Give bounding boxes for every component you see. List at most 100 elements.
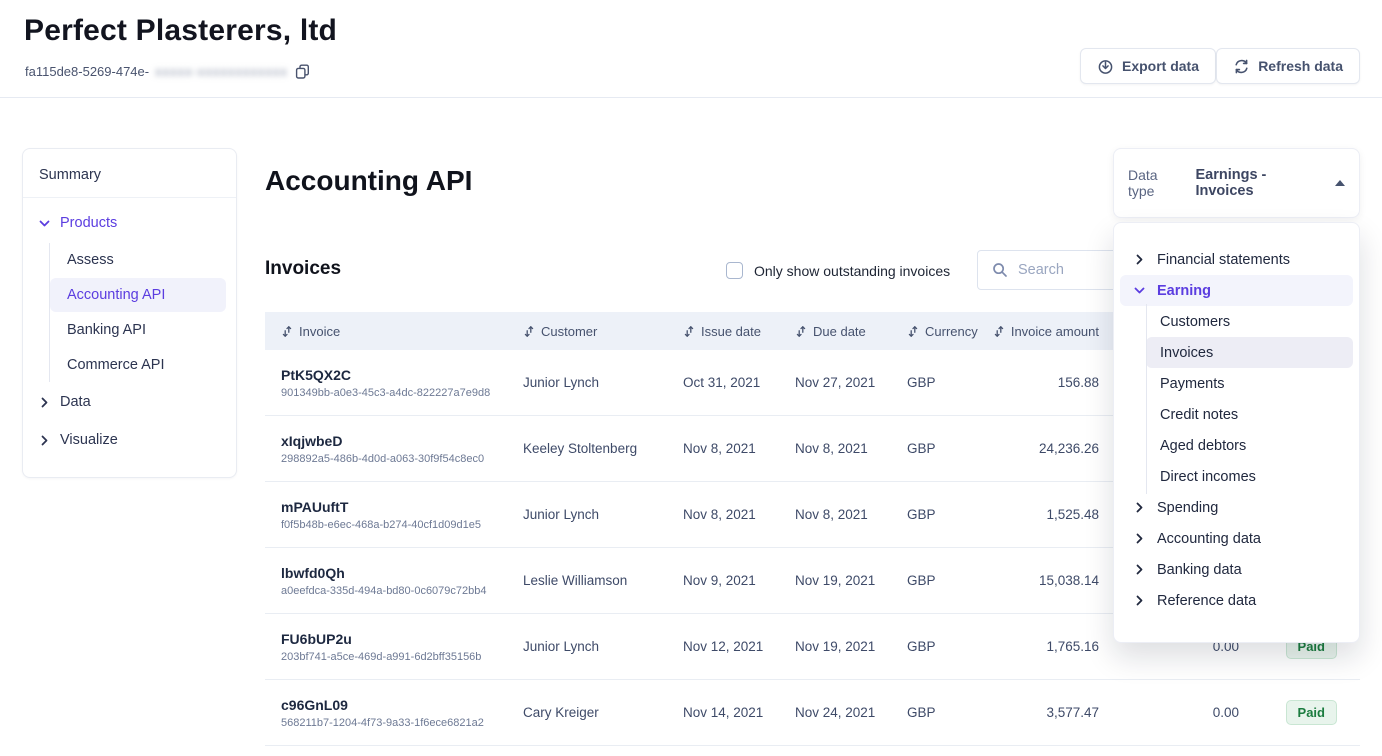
customer-cell: Junior Lynch bbox=[523, 639, 599, 654]
chevron-right-icon bbox=[1134, 502, 1145, 513]
main-title: Accounting API bbox=[265, 165, 472, 197]
table-row[interactable]: c96GnL09568211b7-1204-4f73-9a33-1f6ece68… bbox=[265, 680, 1360, 746]
data-type-item-label: Direct incomes bbox=[1160, 469, 1256, 485]
data-type-item-payments[interactable]: Payments bbox=[1146, 368, 1353, 399]
due-date-cell: Nov 27, 2021 bbox=[795, 375, 875, 390]
issue-date-cell: Nov 12, 2021 bbox=[683, 639, 763, 654]
column-header-label: Invoice bbox=[299, 324, 340, 339]
sidebar-group-products[interactable]: Products bbox=[23, 204, 236, 242]
invoice-amount-cell: 3,577.47 bbox=[1046, 705, 1099, 720]
data-type-item-spending[interactable]: Spending bbox=[1120, 492, 1353, 523]
column-header-due-date[interactable]: Due date bbox=[779, 324, 891, 339]
chevron-down-icon bbox=[1134, 285, 1145, 296]
data-type-item-aged-debtors[interactable]: Aged debtors bbox=[1146, 430, 1353, 461]
sidebar-item-assess[interactable]: Assess bbox=[50, 243, 226, 277]
data-type-item-earning[interactable]: Earning bbox=[1120, 275, 1353, 306]
data-type-item-invoices[interactable]: Invoices bbox=[1146, 337, 1353, 368]
amount-due-cell: 0.00 bbox=[1213, 705, 1239, 720]
sidebar-item-summary[interactable]: Summary bbox=[23, 165, 236, 197]
data-type-item-label: Spending bbox=[1157, 500, 1218, 516]
column-header-issue-date[interactable]: Issue date bbox=[667, 324, 779, 339]
customer-cell: Junior Lynch bbox=[523, 375, 599, 390]
outstanding-checkbox[interactable] bbox=[726, 262, 743, 279]
data-type-item-direct-incomes[interactable]: Direct incomes bbox=[1146, 461, 1353, 492]
sidebar-item-accounting-api[interactable]: Accounting API bbox=[50, 278, 226, 312]
customer-cell: Cary Kreiger bbox=[523, 705, 599, 720]
invoice-id: f0f5b48b-e6ec-468a-b274-40cf1d09d1e5 bbox=[281, 519, 481, 531]
status-badge: Paid bbox=[1286, 700, 1337, 725]
data-type-item-reference-data[interactable]: Reference data bbox=[1120, 585, 1353, 616]
data-type-item-label: Financial statements bbox=[1157, 252, 1290, 268]
page-title: Perfect Plasterers, ltd bbox=[24, 14, 337, 48]
outstanding-filter[interactable]: Only show outstanding invoices bbox=[726, 262, 950, 279]
export-icon bbox=[1097, 58, 1114, 75]
chevron-right-icon bbox=[1134, 254, 1145, 265]
data-type-value: Earnings - Invoices bbox=[1195, 167, 1323, 199]
data-type-item-accounting-data[interactable]: Accounting data bbox=[1120, 523, 1353, 554]
column-header-invoice-amount[interactable]: Invoice amount bbox=[975, 324, 1103, 339]
sidebar-item-banking-api[interactable]: Banking API bbox=[50, 313, 226, 347]
invoice-amount-cell: 1,525.48 bbox=[1046, 507, 1099, 522]
data-type-item-financial-statements[interactable]: Financial statements bbox=[1120, 244, 1353, 275]
sidebar-item-commerce-api[interactable]: Commerce API bbox=[50, 348, 226, 382]
column-header-currency[interactable]: Currency bbox=[891, 324, 975, 339]
caret-up-icon bbox=[1335, 180, 1345, 186]
invoice-code: xIqjwbeD bbox=[281, 433, 484, 449]
invoice-code: mPAUuftT bbox=[281, 499, 481, 515]
sort-icon[interactable] bbox=[993, 325, 1005, 338]
due-date-cell: Nov 19, 2021 bbox=[795, 639, 875, 654]
refresh-button-label: Refresh data bbox=[1258, 58, 1343, 74]
currency-cell: GBP bbox=[907, 441, 936, 456]
export-data-button[interactable]: Export data bbox=[1080, 48, 1216, 84]
sidebar-group-products-label: Products bbox=[60, 215, 117, 231]
due-date-cell: Nov 8, 2021 bbox=[795, 441, 868, 456]
data-type-item-label: Aged debtors bbox=[1160, 438, 1246, 454]
invoice-cell: FU6bUP2u 203bf741-a5ce-469d-a991-6d2bff35… bbox=[281, 631, 481, 663]
invoice-cell: mPAUuftT f0f5b48b-e6ec-468a-b274-40cf1d09… bbox=[281, 499, 481, 531]
data-type-menu: Financial statements Earning Customers Invo… bbox=[1113, 222, 1360, 643]
invoice-code: FU6bUP2u bbox=[281, 631, 481, 647]
sidebar-products-children: Assess Accounting API Banking API Commer… bbox=[49, 243, 236, 382]
data-type-item-label: Earning bbox=[1157, 283, 1211, 299]
invoice-cell: PtK5QX2C901349bb-a0e3-45c3-a4dc-822227a7… bbox=[281, 367, 490, 399]
invoice-cell: lbwfd0Qha0eefdca-335d-494a-bd80-0c6079c7… bbox=[281, 565, 487, 597]
copy-icon[interactable] bbox=[294, 62, 312, 80]
invoice-id: 298892a5-486b-4d0d-a063-30f9f54c8ec0 bbox=[281, 453, 484, 465]
submenu-rail bbox=[1146, 304, 1147, 494]
data-type-dropdown[interactable]: Data type Earnings - Invoices bbox=[1113, 148, 1360, 218]
header-divider bbox=[0, 97, 1382, 98]
data-type-item-credit-notes[interactable]: Credit notes bbox=[1146, 399, 1353, 430]
sort-icon[interactable] bbox=[281, 325, 293, 338]
data-type-item-label: Reference data bbox=[1157, 593, 1256, 609]
refresh-data-button[interactable]: Refresh data bbox=[1216, 48, 1360, 84]
sidebar-group-visualize[interactable]: Visualize bbox=[23, 421, 236, 459]
chevron-right-icon bbox=[1134, 533, 1145, 544]
issue-date-cell: Oct 31, 2021 bbox=[683, 375, 760, 390]
data-type-item-banking-data[interactable]: Banking data bbox=[1120, 554, 1353, 585]
invoice-cell: c96GnL09568211b7-1204-4f73-9a33-1f6ece68… bbox=[281, 697, 484, 729]
due-date-cell: Nov 24, 2021 bbox=[795, 705, 875, 720]
data-type-item-label: Invoices bbox=[1160, 345, 1213, 361]
currency-cell: GBP bbox=[907, 375, 936, 390]
data-type-item-customers[interactable]: Customers bbox=[1146, 306, 1353, 337]
invoice-id: 203bf741-a5ce-469d-a991-6d2bff35156b bbox=[281, 651, 481, 663]
column-header-label: Issue date bbox=[701, 324, 761, 339]
due-date-cell: Nov 8, 2021 bbox=[795, 507, 868, 522]
data-type-item-label: Banking data bbox=[1157, 562, 1242, 578]
refresh-icon bbox=[1233, 58, 1250, 75]
search-icon bbox=[992, 262, 1008, 278]
column-header-invoice[interactable]: Invoice bbox=[265, 324, 507, 339]
data-type-item-label: Credit notes bbox=[1160, 407, 1238, 423]
sidebar-group-data[interactable]: Data bbox=[23, 383, 236, 421]
data-type-item-label: Accounting data bbox=[1157, 531, 1261, 547]
sidebar-group-visualize-label: Visualize bbox=[60, 432, 118, 448]
issue-date-cell: Nov 9, 2021 bbox=[683, 573, 756, 588]
sort-icon[interactable] bbox=[683, 325, 695, 338]
column-header-customer[interactable]: Customer bbox=[507, 324, 667, 339]
sidebar-group-data-label: Data bbox=[60, 394, 91, 410]
sort-icon[interactable] bbox=[523, 325, 535, 338]
invoice-code: PtK5QX2C bbox=[281, 367, 490, 383]
sort-icon[interactable] bbox=[795, 325, 807, 338]
sort-icon[interactable] bbox=[907, 325, 919, 338]
invoice-id: 568211b7-1204-4f73-9a33-1f6ece6821a2 bbox=[281, 717, 484, 729]
